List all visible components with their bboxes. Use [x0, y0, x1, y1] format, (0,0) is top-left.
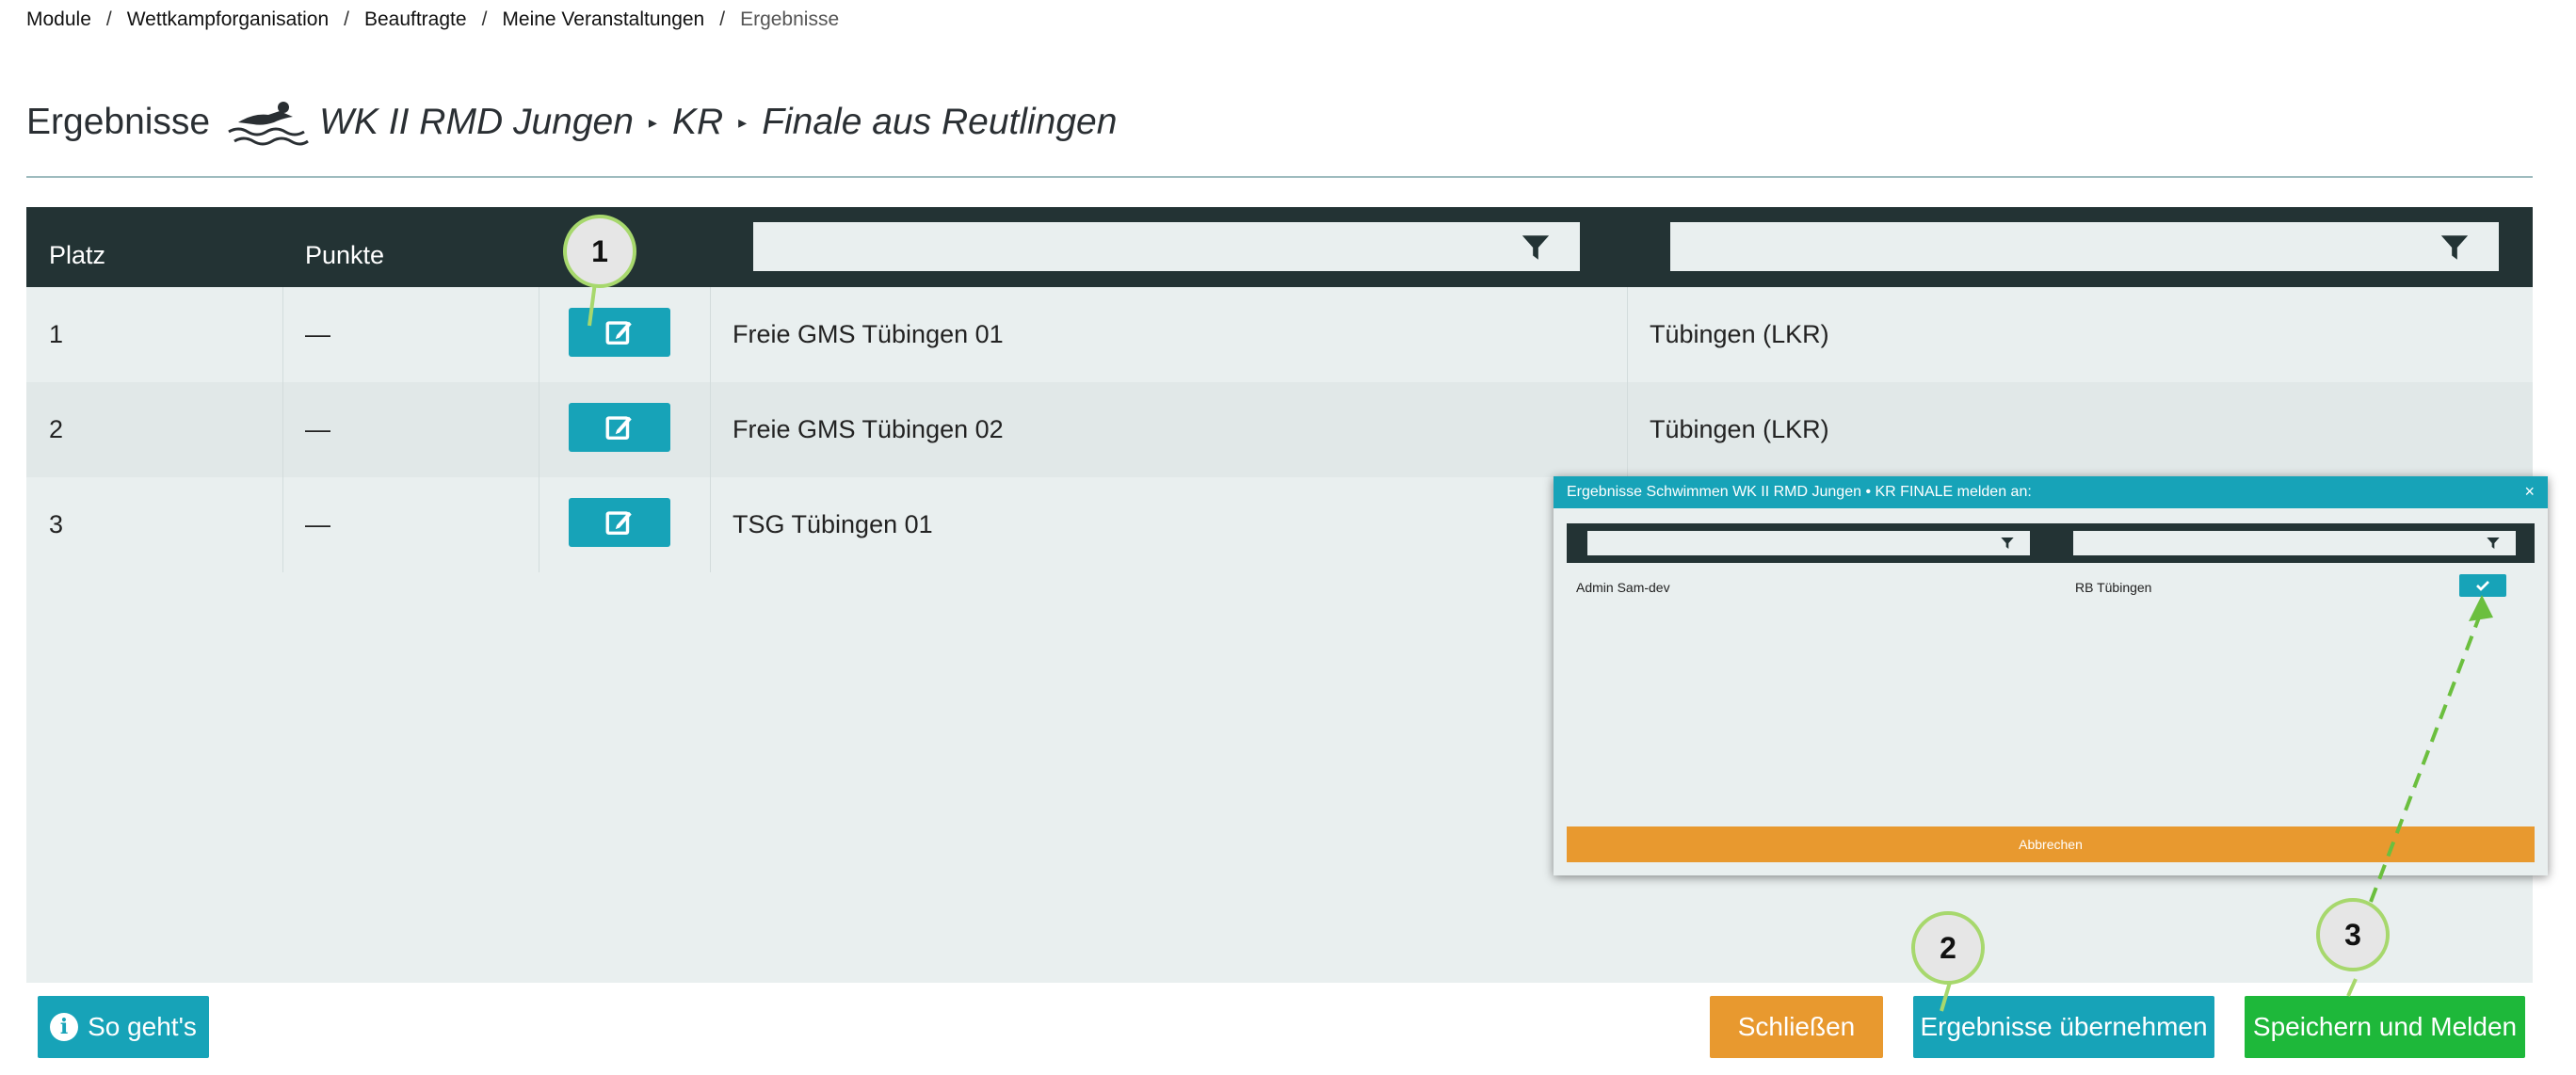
event-round: Finale aus Reutlingen [762, 102, 1118, 142]
accept-results-button[interactable]: Ergebnisse übernehmen [1913, 996, 2214, 1058]
table-row: 2 — Freie GMS Tübingen 02 Tübingen (LKR) [26, 382, 2533, 477]
cell-punkte: — [305, 510, 330, 538]
title-separator: ▸ [738, 112, 748, 132]
cell-region: Tübingen (LKR) [1650, 320, 1829, 348]
page-title: Ergebnisse [26, 102, 211, 142]
swimmer-icon [228, 102, 310, 146]
edit-button[interactable] [569, 403, 670, 452]
report-modal: Ergebnisse Schwimmen WK II RMD Jungen • … [1554, 476, 2548, 875]
select-recipient-button[interactable] [2459, 574, 2506, 597]
event-category: KR [671, 102, 724, 142]
callout-2: 2 [1911, 911, 1985, 985]
cell-platz: 1 [49, 320, 64, 348]
how-to-label: So geht's [88, 1012, 197, 1041]
how-to-button[interactable]: i So geht's [38, 996, 209, 1058]
column-divider [710, 287, 711, 382]
edit-icon [605, 321, 632, 345]
edit-icon [605, 511, 632, 536]
cell-punkte: — [305, 320, 330, 348]
edit-button[interactable] [569, 308, 670, 357]
modal-header: Ergebnisse Schwimmen WK II RMD Jungen • … [1554, 476, 2548, 508]
breadcrumb-separator: / [719, 8, 726, 30]
modal-title: Ergebnisse Schwimmen WK II RMD Jungen • … [1567, 484, 2032, 500]
breadcrumb-meine-veranstaltungen[interactable]: Meine Veranstaltungen [502, 8, 704, 31]
column-header-punkte: Punkte [305, 241, 385, 269]
breadcrumb-separator: / [105, 8, 112, 30]
cell-platz: 2 [49, 415, 64, 443]
event-title: WK II RMD Jungen ▸ KR ▸ Finale aus Reutl… [319, 102, 1117, 143]
save-and-report-button[interactable]: Speichern und Melden [2245, 996, 2525, 1058]
cell-punkte: — [305, 415, 330, 443]
callout-1: 1 [563, 215, 636, 288]
breadcrumb-beauftragte[interactable]: Beauftragte [364, 8, 467, 31]
column-divider [1627, 287, 1628, 382]
column-divider [710, 382, 711, 477]
table-header: Platz Punkte [26, 207, 2533, 287]
check-icon [2476, 581, 2489, 591]
cell-team: TSG Tübingen 01 [733, 510, 933, 538]
filter-icon[interactable] [2439, 232, 2471, 264]
table-row: 1 — Freie GMS Tübingen 01 Tübingen (LKR) [26, 287, 2533, 382]
breadcrumb: Module / Wettkampforganisation / Beauftr… [26, 6, 839, 34]
breadcrumb-wettkampforganisation[interactable]: Wettkampforganisation [127, 8, 329, 31]
breadcrumb-current: Ergebnisse [740, 8, 840, 30]
cell-team: Freie GMS Tübingen 02 [733, 415, 1004, 443]
edit-icon [605, 416, 632, 441]
modal-org-filter-input[interactable] [2073, 531, 2516, 555]
modal-cancel-button[interactable]: Abbrechen [1567, 826, 2535, 862]
column-divider [1627, 382, 1628, 477]
filter-icon[interactable] [2000, 536, 2015, 551]
event-name: WK II RMD Jungen [319, 102, 634, 142]
column-divider [282, 477, 283, 572]
modal-list-item: Admin Sam-dev RB Tübingen [1567, 570, 2535, 604]
header-divider [26, 176, 2533, 178]
region-filter-input[interactable] [1670, 222, 2499, 271]
cell-team: Freie GMS Tübingen 01 [733, 320, 1004, 348]
modal-close-button[interactable]: × [2524, 482, 2535, 502]
column-divider [282, 287, 283, 382]
breadcrumb-module[interactable]: Module [26, 8, 91, 31]
page-header: Ergebnisse WK II RMD Jungen ▸ KR ▸ Final… [26, 94, 1117, 151]
info-icon: i [50, 1013, 79, 1041]
modal-row-org: RB Tübingen [2075, 580, 2152, 595]
team-filter-input[interactable] [753, 222, 1580, 271]
column-header-platz: Platz [49, 241, 106, 269]
column-divider [710, 477, 711, 572]
modal-table-header [1567, 523, 2535, 563]
cell-region: Tübingen (LKR) [1650, 415, 1829, 443]
column-divider [282, 382, 283, 477]
filter-icon[interactable] [1520, 232, 1552, 264]
callout-3: 3 [2316, 898, 2390, 971]
breadcrumb-separator: / [481, 8, 488, 30]
title-separator: ▸ [648, 112, 657, 132]
modal-name-filter-input[interactable] [1587, 531, 2030, 555]
filter-icon[interactable] [2486, 536, 2501, 551]
modal-row-name: Admin Sam-dev [1576, 580, 1670, 595]
breadcrumb-separator: / [344, 8, 349, 30]
close-button[interactable]: Schließen [1710, 996, 1883, 1058]
cell-platz: 3 [49, 510, 64, 538]
edit-button[interactable] [569, 498, 670, 547]
